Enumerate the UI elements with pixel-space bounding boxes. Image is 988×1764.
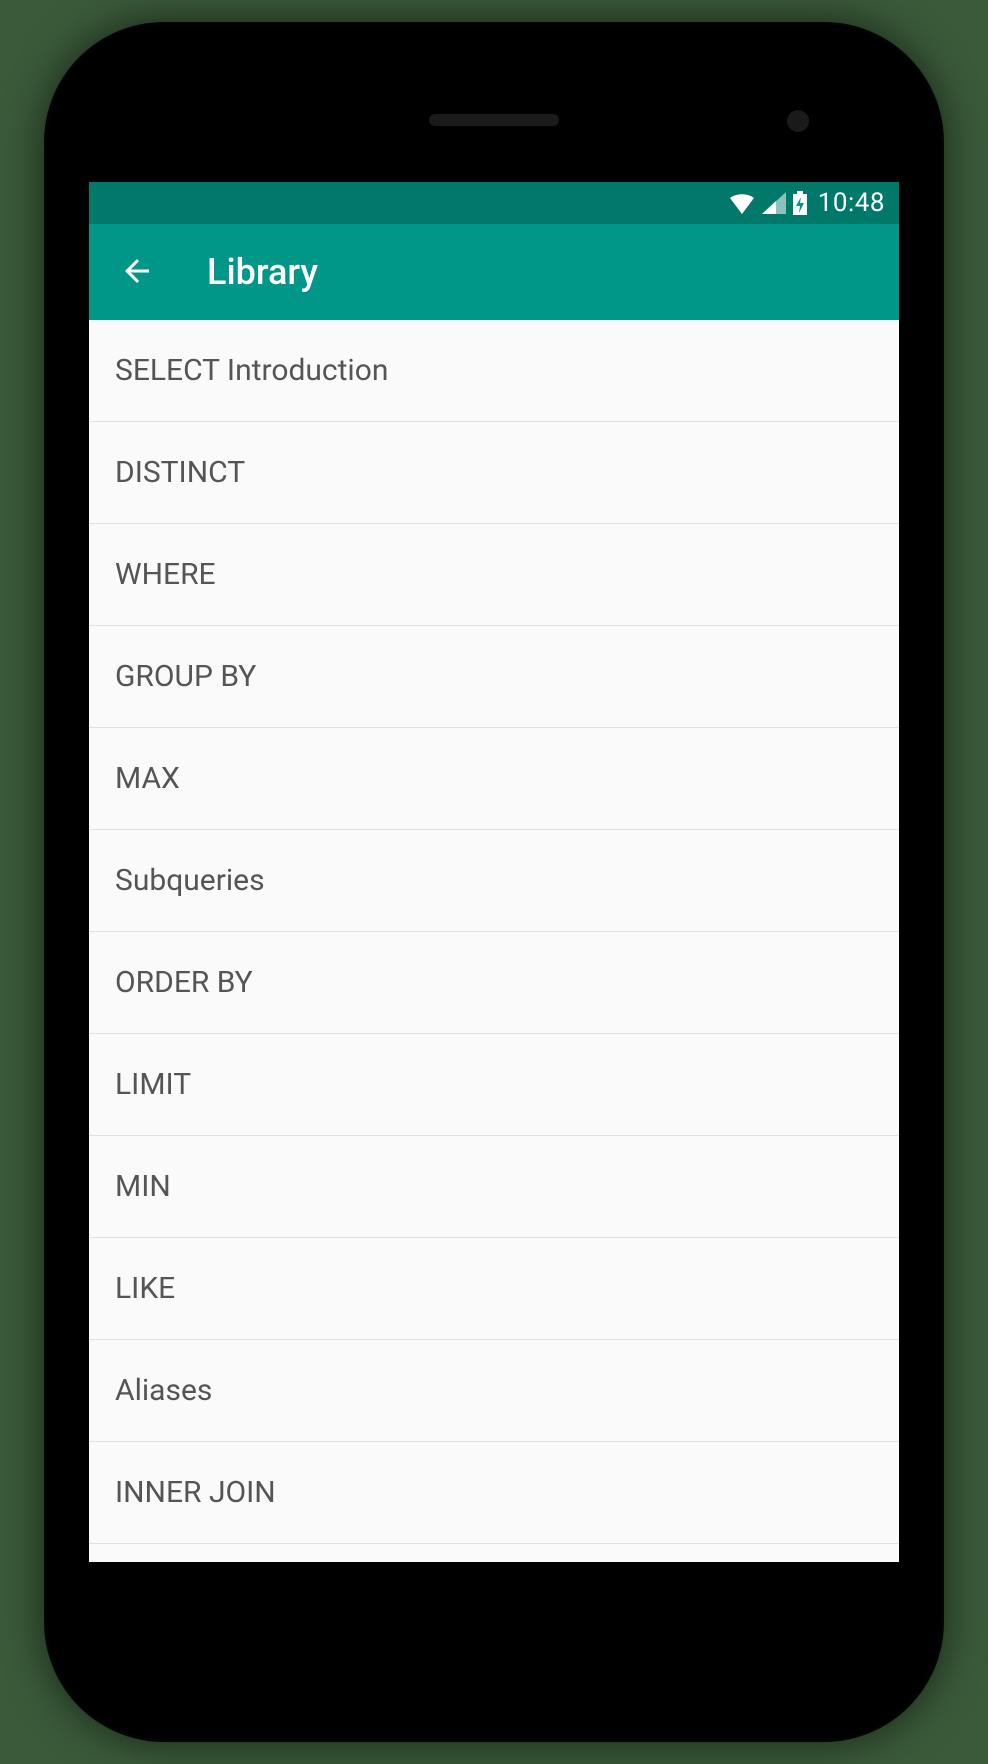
list-item-label: LIKE	[115, 1271, 175, 1306]
status-bar: 10:48	[89, 182, 899, 224]
signal-icon	[762, 192, 786, 214]
phone-frame: 10:48 Library SELECT Introduction	[44, 22, 944, 1742]
list-item[interactable]: SELECT Introduction	[89, 320, 899, 422]
phone-front-camera	[787, 110, 809, 132]
list-item-label: Subqueries	[115, 863, 265, 898]
app-bar: Library	[89, 224, 899, 320]
list-item-label: MIN	[115, 1169, 171, 1204]
list-item[interactable]: LIKE	[89, 1238, 899, 1340]
list-item-label: DISTINCT	[115, 455, 245, 490]
list-item[interactable]: ORDER BY	[89, 932, 899, 1034]
wifi-icon	[728, 192, 756, 214]
list-item-label: GROUP BY	[115, 659, 256, 694]
list-item[interactable]: DISTINCT	[89, 422, 899, 524]
battery-charging-icon	[792, 191, 808, 215]
list-item[interactable]: GROUP BY	[89, 626, 899, 728]
list-item-label: MAX	[115, 761, 180, 796]
list-item-label: WHERE	[115, 557, 216, 592]
list-item[interactable]: LIMIT	[89, 1034, 899, 1136]
list-item-label: LIMIT	[115, 1067, 191, 1102]
list-item-label: SELECT Introduction	[115, 353, 388, 388]
list-item[interactable]: WHERE	[89, 524, 899, 626]
arrow-back-icon	[119, 253, 155, 292]
back-button[interactable]	[109, 243, 165, 302]
list-item-label: Aliases	[115, 1373, 212, 1408]
list-item[interactable]: Aliases	[89, 1340, 899, 1442]
phone-inner: 10:48 Library SELECT Introduction	[54, 32, 934, 1732]
list-item[interactable]: INNER JOIN	[89, 1442, 899, 1544]
page-title: Library	[207, 251, 318, 293]
list-item[interactable]: MAX	[89, 728, 899, 830]
list-item[interactable]: MIN	[89, 1136, 899, 1238]
list-item-label: INNER JOIN	[115, 1475, 276, 1510]
list-item[interactable]: Subqueries	[89, 830, 899, 932]
list-item-label: ORDER BY	[115, 965, 253, 1000]
library-list: SELECT Introduction DISTINCT WHERE GROUP…	[89, 320, 899, 1544]
screen: 10:48 Library SELECT Introduction	[89, 182, 899, 1562]
status-time: 10:48	[818, 188, 885, 218]
phone-speaker	[429, 114, 559, 126]
